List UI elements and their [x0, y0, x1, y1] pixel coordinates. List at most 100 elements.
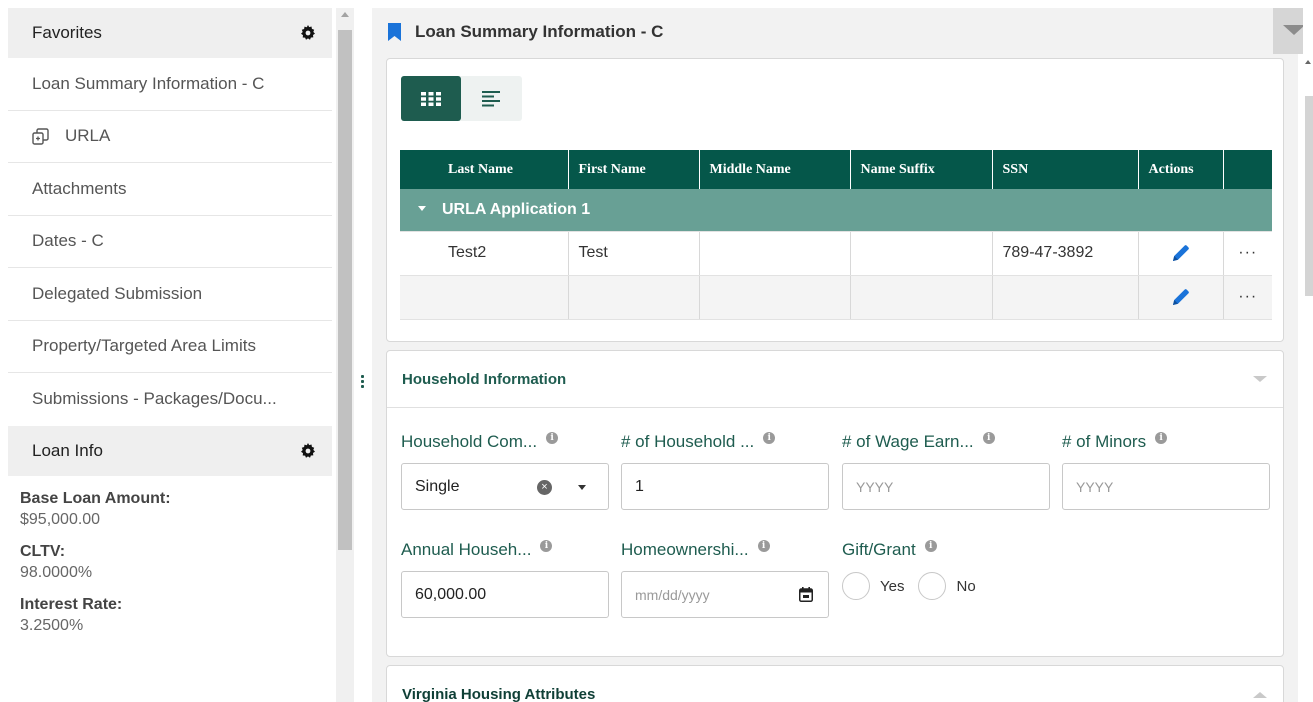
- favorites-title: Favorites: [32, 23, 102, 42]
- group-row[interactable]: URLA Application 1: [400, 189, 1272, 232]
- column-header-ssn[interactable]: SSN: [992, 150, 1139, 189]
- info-icon[interactable]: i: [763, 432, 776, 444]
- cell-ssn: [992, 275, 1139, 320]
- gift-grant-yes-radio[interactable]: [842, 572, 870, 600]
- column-header-name-suffix[interactable]: Name Suffix: [850, 150, 993, 189]
- loan-info-panel: Base Loan Amount: $95,000.00 CLTV: 98.00…: [8, 476, 332, 635]
- group-label: URLA Application 1: [442, 200, 591, 218]
- chevron-down-icon[interactable]: [578, 485, 586, 490]
- cell-last-name: [400, 275, 569, 320]
- homeownership-date-input[interactable]: mm/dd/yyyy: [621, 571, 829, 618]
- pencil-icon[interactable]: [1171, 243, 1191, 263]
- household-section-header[interactable]: Household Information: [387, 351, 1283, 408]
- info-icon[interactable]: i: [924, 540, 937, 552]
- sidebar-scrollbar-thumb[interactable]: [338, 30, 352, 550]
- info-icon[interactable]: i: [982, 432, 995, 444]
- minors-input[interactable]: YYYY: [1062, 463, 1270, 510]
- list-view-icon: [482, 90, 500, 106]
- cell-name-suffix: [850, 275, 993, 320]
- sidebar-item-label: Property/Targeted Area Limits: [32, 336, 256, 356]
- copy-icon: [32, 128, 49, 145]
- sidebar-item-loan-summary[interactable]: Loan Summary Information - C: [8, 58, 332, 111]
- gift-grant-no-label: No: [956, 577, 976, 595]
- collapse-icon: [1283, 25, 1305, 35]
- main-scrollbar-thumb[interactable]: [1305, 96, 1313, 296]
- info-icon[interactable]: i: [1155, 432, 1168, 444]
- homeownership-label: Homeownershi...: [621, 540, 749, 559]
- info-icon[interactable]: i: [540, 540, 553, 552]
- scroll-up-arrow-icon[interactable]: [341, 12, 349, 17]
- row-more-button[interactable]: ···: [1223, 231, 1272, 276]
- calendar-icon[interactable]: [799, 587, 813, 602]
- virginia-section-header[interactable]: Virginia Housing Attributes: [387, 666, 1283, 702]
- wage-earners-input[interactable]: YYYY: [842, 463, 1050, 510]
- column-header-middle-name[interactable]: Middle Name: [699, 150, 851, 189]
- sidebar-scrollbar[interactable]: [336, 8, 354, 702]
- cell-ssn: 789-47-3892: [992, 231, 1139, 276]
- column-header-actions: Actions: [1138, 150, 1224, 189]
- column-header-first-name[interactable]: First Name: [568, 150, 700, 189]
- scroll-up-arrow-icon[interactable]: [1305, 60, 1311, 64]
- annual-income-input[interactable]: 60,000.00: [401, 571, 609, 618]
- sidebar-item-label: Dates - C: [32, 231, 104, 251]
- table-header-row: Last Name First Name Middle Name Name Su…: [400, 150, 1272, 189]
- expand-chevron-icon[interactable]: [1253, 691, 1267, 698]
- annual-income-field: Annual Househ... i 60,000.00: [401, 539, 609, 618]
- cell-name-suffix: [850, 231, 993, 276]
- main-scrollbar[interactable]: [1303, 8, 1313, 702]
- household-section-title: Household Information: [402, 370, 567, 388]
- sidebar-item-submissions[interactable]: Submissions - Packages/Docu...: [8, 373, 332, 426]
- gear-icon[interactable]: [300, 25, 316, 41]
- sidebar-item-dates[interactable]: Dates - C: [8, 216, 332, 268]
- loan-info-header: Loan Info: [8, 425, 332, 476]
- sidebar-item-label: Delegated Submission: [32, 283, 203, 303]
- virginia-section-title: Virginia Housing Attributes: [402, 686, 596, 702]
- table-row[interactable]: Test2 Test 789-47-3892 ···: [400, 231, 1272, 276]
- pencil-icon[interactable]: [1171, 287, 1191, 307]
- base-loan-amount-label: Base Loan Amount:: [20, 489, 171, 507]
- bookmark-icon[interactable]: [388, 23, 401, 41]
- cltv-value: 98.0000%: [20, 563, 93, 581]
- minors-field: # of Minors i YYYY: [1062, 431, 1270, 510]
- wage-earners-label: # of Wage Earn...: [842, 432, 974, 451]
- base-loan-amount-value: $95,000.00: [20, 510, 101, 528]
- gift-grant-field: Gift/Grant i Yes No: [842, 539, 1050, 601]
- grid-view-button[interactable]: [401, 76, 461, 121]
- gear-icon[interactable]: [300, 442, 316, 459]
- sidebar-item-delegated-submission[interactable]: Delegated Submission: [8, 268, 332, 321]
- table-row[interactable]: ···: [400, 275, 1272, 320]
- cell-first-name: [568, 275, 700, 320]
- household-composition-select[interactable]: Single ×: [401, 463, 609, 510]
- column-header-last-name[interactable]: Last Name: [400, 150, 569, 189]
- panel-splitter[interactable]: [357, 0, 369, 702]
- household-composition-value: Single: [415, 477, 460, 495]
- cell-actions: [1138, 275, 1224, 320]
- borrower-table: Last Name First Name Middle Name Name Su…: [400, 150, 1272, 320]
- grid-view-icon: [421, 91, 441, 106]
- sidebar: Favorites Loan Summary Information - C U…: [8, 8, 332, 702]
- collapse-chevron-icon[interactable]: [1253, 376, 1267, 382]
- drag-handle-icon[interactable]: [361, 375, 365, 390]
- info-icon[interactable]: i: [757, 540, 770, 552]
- row-more-button[interactable]: ···: [1223, 275, 1272, 320]
- sidebar-item-attachments[interactable]: Attachments: [8, 163, 332, 216]
- household-size-input[interactable]: 1: [621, 463, 829, 510]
- clear-icon[interactable]: ×: [537, 480, 552, 495]
- minors-label: # of Minors: [1062, 432, 1147, 451]
- gift-grant-no-radio[interactable]: [918, 572, 947, 600]
- sidebar-item-urla[interactable]: URLA: [8, 111, 332, 163]
- gift-grant-label: Gift/Grant: [842, 540, 916, 559]
- loan-info-title: Loan Info: [32, 440, 103, 460]
- info-icon[interactable]: i: [546, 432, 559, 444]
- homeownership-field: Homeownershi... i mm/dd/yyyy: [621, 539, 829, 618]
- gift-grant-yes-label: Yes: [880, 577, 905, 595]
- gift-grant-radio-group: Yes No: [842, 571, 1050, 601]
- sidebar-item-label: Loan Summary Information - C: [32, 73, 265, 93]
- cltv-label: CLTV:: [20, 542, 66, 560]
- household-composition-label: Household Com...: [401, 432, 538, 451]
- expand-caret-icon[interactable]: [418, 206, 426, 212]
- cell-middle-name: [699, 275, 851, 320]
- list-view-button[interactable]: [461, 76, 521, 121]
- group-cell[interactable]: URLA Application 1: [400, 189, 1272, 232]
- sidebar-item-property-limits[interactable]: Property/Targeted Area Limits: [8, 321, 332, 373]
